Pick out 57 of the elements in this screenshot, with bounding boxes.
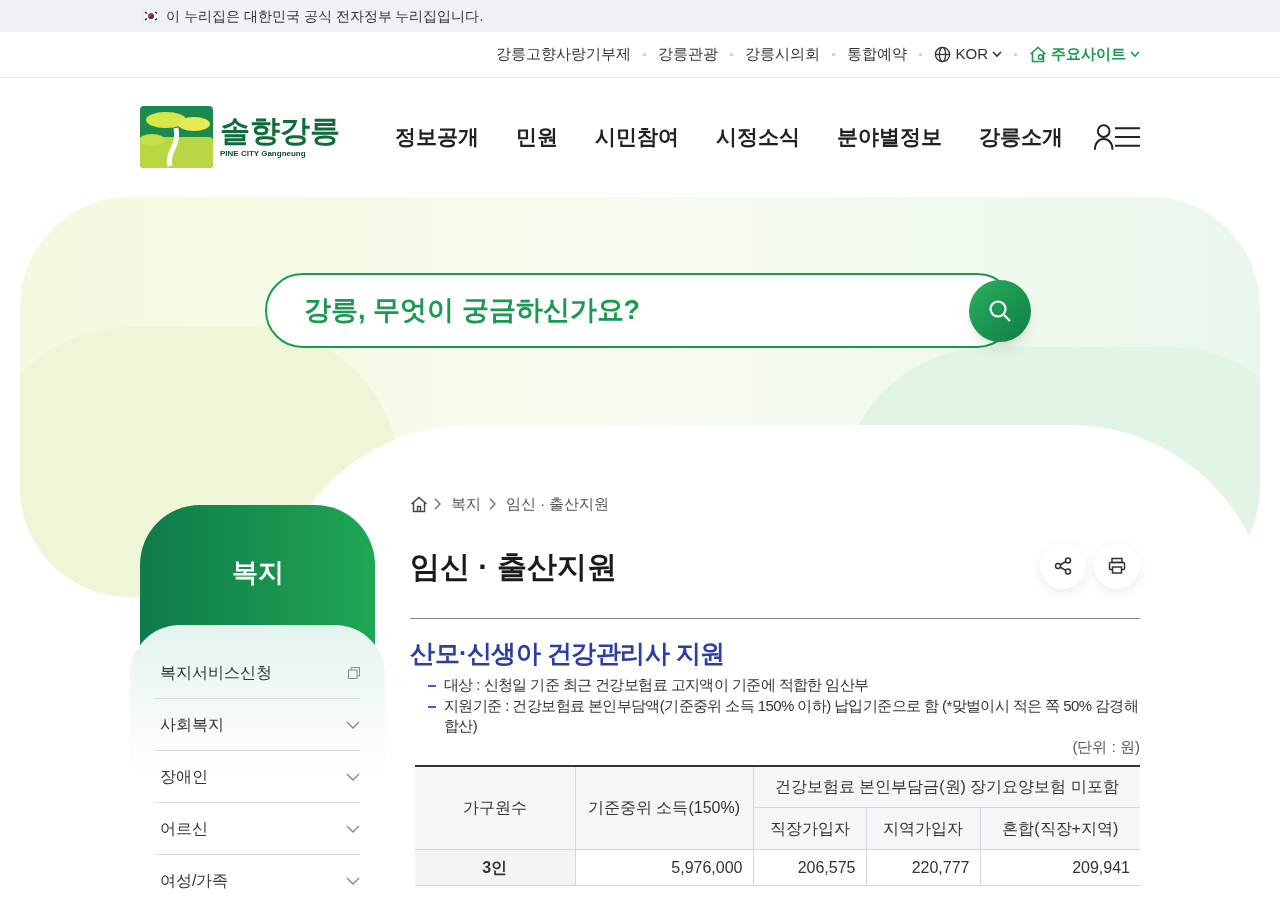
- nav-link[interactable]: 시민참여: [595, 121, 680, 153]
- chevron-down-icon: [346, 824, 360, 833]
- search-icon: [988, 299, 1012, 323]
- chevron-down-icon: [346, 720, 360, 729]
- main-sites-menu[interactable]: 주요사이트: [1029, 43, 1140, 66]
- menu-icon[interactable]: [1114, 126, 1140, 148]
- bullet-text: 지원기준 : 건강보험료 본인부담액(기준중위 소득 150% 이하) 납입기준으로 함 (*맞벌이시 적은 쪽 50% 감경해 합산): [444, 696, 1140, 736]
- nav-link[interactable]: 분야별정보: [837, 121, 943, 153]
- nav-link[interactable]: 시정소식: [716, 121, 801, 153]
- home-icon: [1029, 46, 1047, 63]
- korean-flag-icon: [143, 10, 159, 22]
- chevron-down-icon: [346, 877, 360, 885]
- sidebar-title: 복지: [231, 556, 284, 589]
- section-heading: 산모·신생아 건강관리사 지원: [410, 638, 726, 669]
- breadcrumb-link[interactable]: 임신 · 출산지원: [506, 492, 610, 516]
- globe-icon: [934, 46, 952, 63]
- utility-link[interactable]: 강릉시의회: [745, 43, 821, 66]
- logo-subtitle: PINE CITY Gangneung: [220, 148, 307, 160]
- table-cell: 5,976,000: [575, 849, 753, 886]
- breadcrumb-link[interactable]: 복지: [451, 492, 481, 516]
- table-cell: 3인: [415, 849, 575, 886]
- bullet-text: 대상 : 신청일 기준 최근 건강보험료 고지액이 기준에 적합한 임산부: [444, 675, 869, 695]
- sidebar-item[interactable]: 어르신: [155, 803, 360, 855]
- table-cell: 206,575: [753, 849, 866, 886]
- logo-title[interactable]: 솔향강릉: [220, 114, 340, 148]
- chevron-right-icon: [489, 498, 496, 510]
- chevron-down-icon: [992, 51, 1002, 58]
- home-icon[interactable]: [410, 495, 428, 513]
- pine-tree-logo-icon: [140, 106, 214, 168]
- nav-link[interactable]: 민원: [516, 121, 559, 153]
- column-header: 가구원수: [415, 765, 575, 850]
- sidebar-item[interactable]: 사회복지: [155, 699, 360, 751]
- language-selector[interactable]: KOR: [934, 43, 1002, 66]
- chevron-right-icon: [434, 498, 441, 510]
- new-window-icon: [348, 666, 360, 679]
- page-title: 임신 · 출산지원: [410, 548, 617, 585]
- column-header: 혼합(직장+지역): [980, 807, 1140, 850]
- column-header: 지역가입자: [866, 807, 980, 850]
- chevron-down-icon: [346, 772, 360, 781]
- nav-link[interactable]: 강릉소개: [979, 121, 1064, 153]
- utility-link[interactable]: 강릉고향사랑기부제: [496, 43, 632, 66]
- gov-banner-text: 이 누리집은 대한민국 공식 전자정부 누리집입니다.: [166, 6, 484, 26]
- sidebar-item[interactable]: 장애인: [155, 751, 360, 803]
- user-icon[interactable]: [1093, 123, 1115, 151]
- print-icon: [1108, 557, 1126, 575]
- share-icon: [1054, 557, 1072, 575]
- column-header: 직장가입자: [753, 807, 866, 850]
- column-group-header: 건강보험료 본인부담금(원) 장기요양보험 미포함: [753, 765, 1140, 808]
- table-cell: 220,777: [866, 849, 980, 886]
- sidebar-item[interactable]: 여성/가족: [155, 855, 360, 900]
- column-header: 기준중위 소득(150%): [575, 765, 753, 850]
- unit-note: (단위 : 원): [1072, 737, 1140, 757]
- utility-link[interactable]: 강릉관광: [658, 43, 719, 66]
- utility-link[interactable]: 통합예약: [847, 43, 908, 66]
- nav-link[interactable]: 정보공개: [395, 121, 480, 153]
- sidebar-item[interactable]: 복지서비스신청: [155, 647, 360, 699]
- chevron-down-icon: [1130, 51, 1140, 58]
